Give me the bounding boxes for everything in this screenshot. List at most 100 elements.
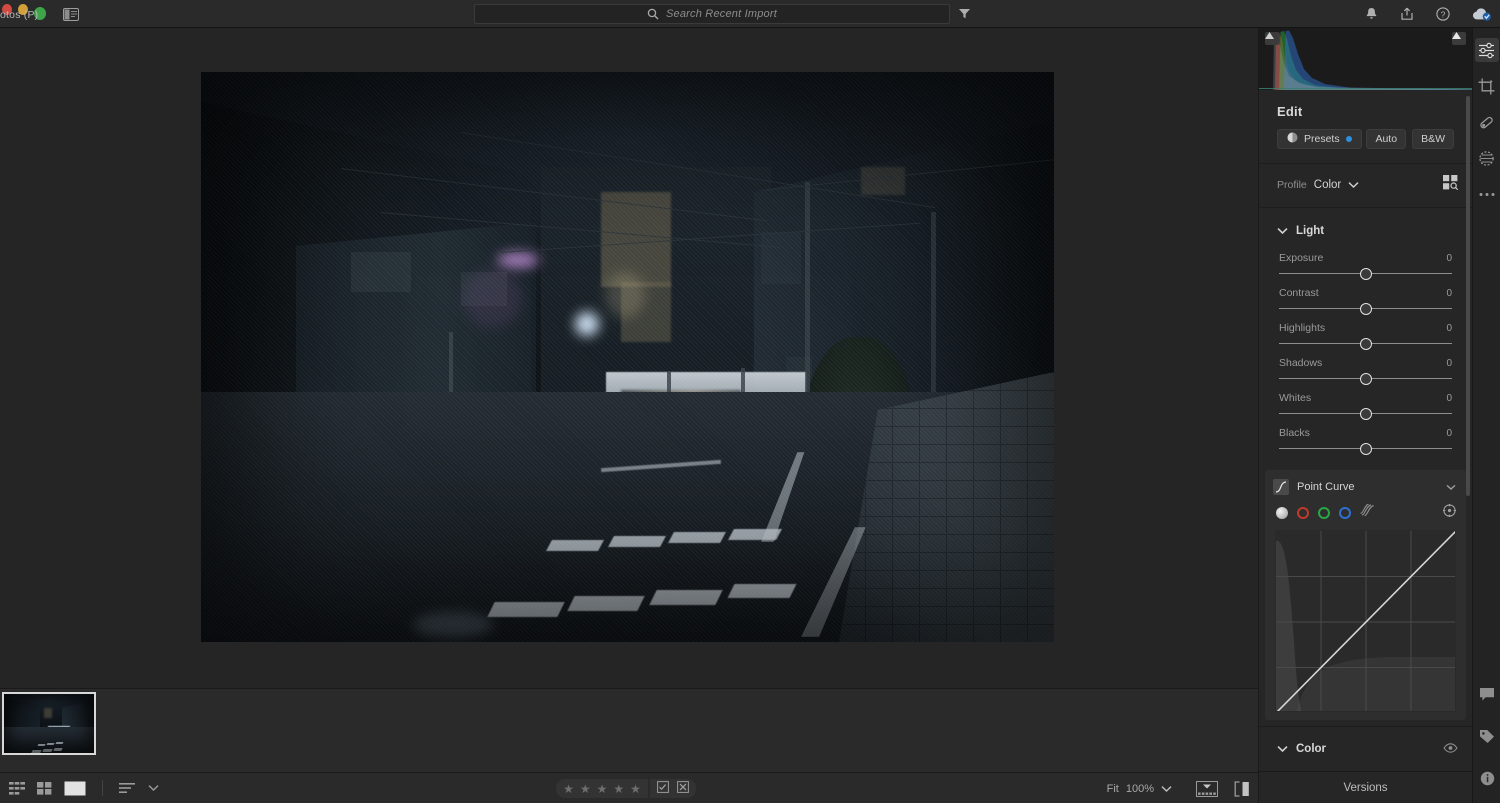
channel-green[interactable] (1318, 507, 1330, 519)
presets-icon (1287, 130, 1298, 148)
main-photo[interactable] (201, 72, 1054, 642)
curve-channel-selector (1265, 502, 1466, 530)
star-5[interactable]: ★ (630, 783, 641, 795)
comments-tool[interactable] (1479, 687, 1495, 707)
before-after-compare-icon[interactable] (1234, 780, 1250, 797)
flag-pick-icon[interactable] (657, 780, 669, 798)
slider-label: Exposure (1279, 252, 1324, 264)
filmstrip-toggle-icon[interactable] (1196, 780, 1218, 797)
slider-knob[interactable] (1359, 268, 1372, 280)
slider-value: 0 (1446, 358, 1452, 369)
channel-parametric[interactable] (1360, 502, 1374, 522)
channel-blue[interactable] (1339, 507, 1351, 519)
info-circle-icon (1480, 771, 1494, 786)
zoom-level-control[interactable]: Fit 100% (1107, 773, 1172, 803)
color-collapse-chevron-down-icon[interactable] (1277, 740, 1288, 758)
slider-knob[interactable] (1359, 408, 1372, 420)
detail-view-icon[interactable] (64, 781, 86, 796)
point-curve-chevron-down-icon[interactable] (1446, 478, 1456, 496)
color-section-header[interactable]: Color (1259, 727, 1472, 771)
zoom-chevron-down-icon[interactable] (1161, 780, 1172, 798)
channel-rgb[interactable] (1276, 507, 1288, 519)
grid-view-icon[interactable] (9, 781, 25, 795)
slider-label: Contrast (1279, 287, 1319, 299)
comment-bubble-icon (1480, 688, 1494, 701)
crop-tool[interactable] (1475, 74, 1499, 98)
light-section-header[interactable]: Light (1259, 208, 1472, 246)
notifications-bell-icon[interactable] (1365, 7, 1378, 21)
search-icon (647, 8, 659, 20)
auto-bw-group: Auto B&W (1366, 129, 1454, 149)
flag-reject-icon[interactable] (677, 780, 689, 798)
bw-button[interactable]: B&W (1412, 129, 1454, 149)
point-curve-title: Point Curve (1297, 481, 1355, 493)
slider-label: Highlights (1279, 322, 1326, 334)
cloud-sync-icon[interactable] (1472, 7, 1492, 22)
tag-icon (1480, 730, 1494, 743)
tone-curve-graph[interactable] (1275, 530, 1456, 712)
histogram[interactable] (1259, 28, 1472, 90)
shadow-clipping-indicator[interactable] (1265, 32, 1279, 45)
color-section-title: Color (1296, 743, 1327, 755)
search-input[interactable]: Search Recent Import (474, 4, 950, 24)
filmstrip-thumbnail-1[interactable] (2, 692, 96, 755)
channel-red[interactable] (1297, 507, 1309, 519)
star-1[interactable]: ★ (563, 783, 574, 795)
presets-button[interactable]: Presets (1277, 129, 1362, 149)
slider-track[interactable] (1279, 302, 1452, 316)
light-sliders: Exposure 0 Contrast 0 Highlights 0 Shado… (1259, 246, 1472, 456)
eye-icon[interactable] (1443, 740, 1458, 758)
slider-value: 0 (1446, 288, 1452, 299)
highlight-clipping-indicator[interactable] (1452, 32, 1466, 45)
info-tool[interactable] (1480, 771, 1495, 791)
slider-track[interactable] (1279, 372, 1452, 386)
slider-track[interactable] (1279, 407, 1452, 421)
edit-tool[interactable] (1474, 38, 1499, 62)
sort-chevron-down-icon[interactable] (148, 784, 159, 792)
filter-funnel-icon[interactable] (958, 7, 971, 25)
versions-label: Versions (1343, 781, 1388, 794)
slider-knob[interactable] (1359, 303, 1372, 315)
left-panel-toggle-icon[interactable] (60, 5, 82, 23)
slider-label: Shadows (1279, 357, 1323, 369)
slider-track[interactable] (1279, 337, 1452, 351)
masking-tool[interactable] (1475, 146, 1499, 170)
sort-icon[interactable] (119, 782, 136, 794)
slider-knob[interactable] (1359, 338, 1372, 350)
presets-modified-dot (1345, 136, 1352, 142)
square-grid-view-icon[interactable] (37, 781, 52, 795)
star-3[interactable]: ★ (597, 783, 608, 795)
profile-chevron-down-icon[interactable] (1348, 176, 1359, 194)
profile-row: Profile Color (1259, 164, 1472, 207)
share-export-icon[interactable] (1400, 7, 1414, 21)
flag-controls[interactable] (650, 779, 696, 798)
slider-knob[interactable] (1359, 373, 1372, 385)
svg-text:?: ? (1441, 9, 1446, 19)
versions-button[interactable]: Versions (1259, 771, 1472, 803)
targeted-adjustment-icon[interactable] (1443, 504, 1456, 522)
slider-track[interactable] (1279, 267, 1452, 281)
search-placeholder: Search Recent Import (666, 8, 777, 20)
star-4[interactable]: ★ (613, 783, 624, 795)
healing-tool[interactable] (1475, 110, 1499, 134)
tone-curve-icon[interactable] (1273, 479, 1289, 495)
profile-label: Profile (1277, 179, 1307, 191)
light-collapse-chevron-down-icon[interactable] (1277, 222, 1288, 240)
keywords-tool[interactable] (1479, 729, 1495, 749)
profile-browser-icon[interactable] (1443, 175, 1459, 195)
healing-brush-icon (1480, 116, 1493, 128)
auto-button[interactable]: Auto (1366, 129, 1407, 149)
help-icon[interactable]: ? (1436, 7, 1450, 21)
slider-track[interactable] (1279, 442, 1452, 456)
star-2[interactable]: ★ (580, 783, 591, 795)
profile-value[interactable]: Color (1314, 179, 1341, 191)
slider-knob[interactable] (1359, 443, 1372, 455)
edit-panel-scrollbar[interactable] (1466, 96, 1470, 496)
point-curve-header[interactable]: Point Curve (1265, 470, 1466, 502)
star-rating-control[interactable]: ★ ★ ★ ★ ★ (556, 779, 648, 798)
top-toolbar: otos (P) Search Recent Import ? (0, 0, 1500, 28)
page-title: Edit (1277, 104, 1303, 119)
more-tools[interactable] (1475, 182, 1499, 206)
slider-shadows: Shadows 0 (1259, 351, 1472, 386)
slider-whites: Whites 0 (1259, 386, 1472, 421)
